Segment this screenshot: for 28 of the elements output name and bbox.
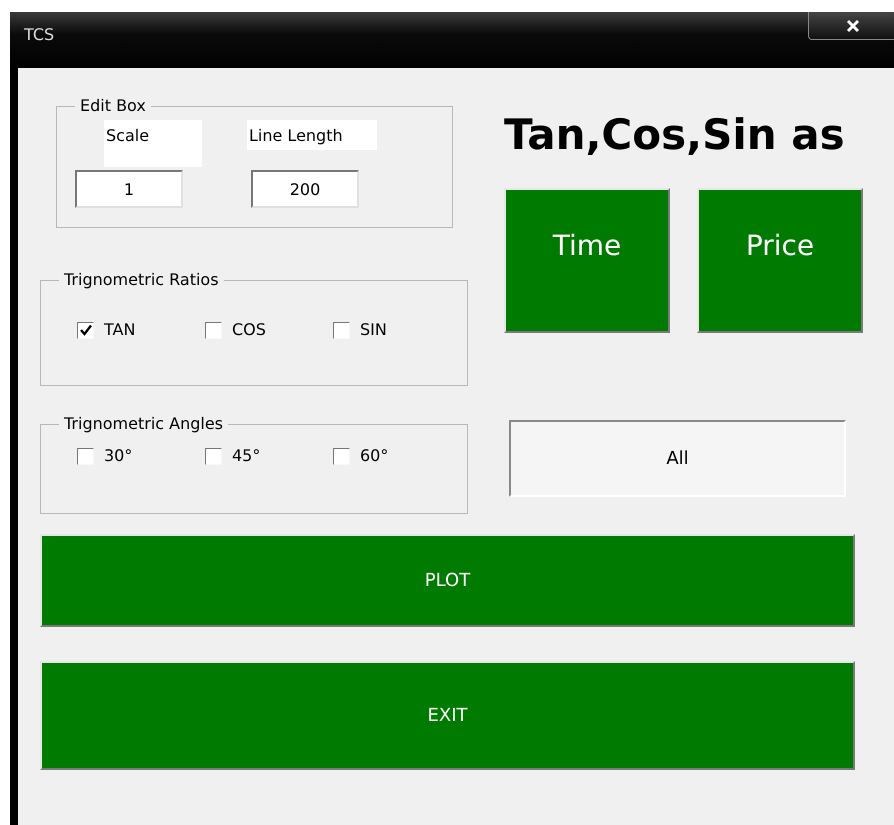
mode-button[interactable]: Price xyxy=(697,188,863,333)
frame-title: Trignometric Ratios xyxy=(63,272,220,288)
field-label: Line Length xyxy=(247,120,377,150)
window-title: TCS xyxy=(24,24,54,46)
checkbox-label: 45° xyxy=(232,445,260,467)
all-button[interactable]: All xyxy=(509,420,846,497)
checkbox[interactable] xyxy=(333,448,350,464)
frame-title: Trignometric Angles xyxy=(63,416,224,432)
close-button[interactable] xyxy=(808,12,894,40)
input-field[interactable]: 200 xyxy=(251,170,359,208)
checkbox[interactable] xyxy=(77,448,94,464)
checkbox-label: COS xyxy=(232,319,266,341)
heading: Tan,Cos,Sin as xyxy=(504,114,846,156)
plot-button[interactable]: PLOT xyxy=(40,534,855,627)
exit-button[interactable]: EXIT xyxy=(40,661,855,770)
checkbox-label: TAN xyxy=(104,319,136,341)
field-label: Scale xyxy=(104,120,202,167)
checkbox[interactable] xyxy=(205,448,222,464)
checkbox-label: 30° xyxy=(104,445,132,467)
close-icon xyxy=(846,18,860,32)
checkbox[interactable] xyxy=(333,322,350,338)
mode-button[interactable]: Time xyxy=(504,188,670,333)
checkbox[interactable] xyxy=(77,322,94,338)
input-field[interactable]: 1 xyxy=(75,170,183,208)
checkbox-label: 60° xyxy=(360,445,388,467)
checkbox[interactable] xyxy=(205,322,222,338)
frame-title: Edit Box xyxy=(79,98,147,114)
checkbox-label: SIN xyxy=(360,319,387,341)
